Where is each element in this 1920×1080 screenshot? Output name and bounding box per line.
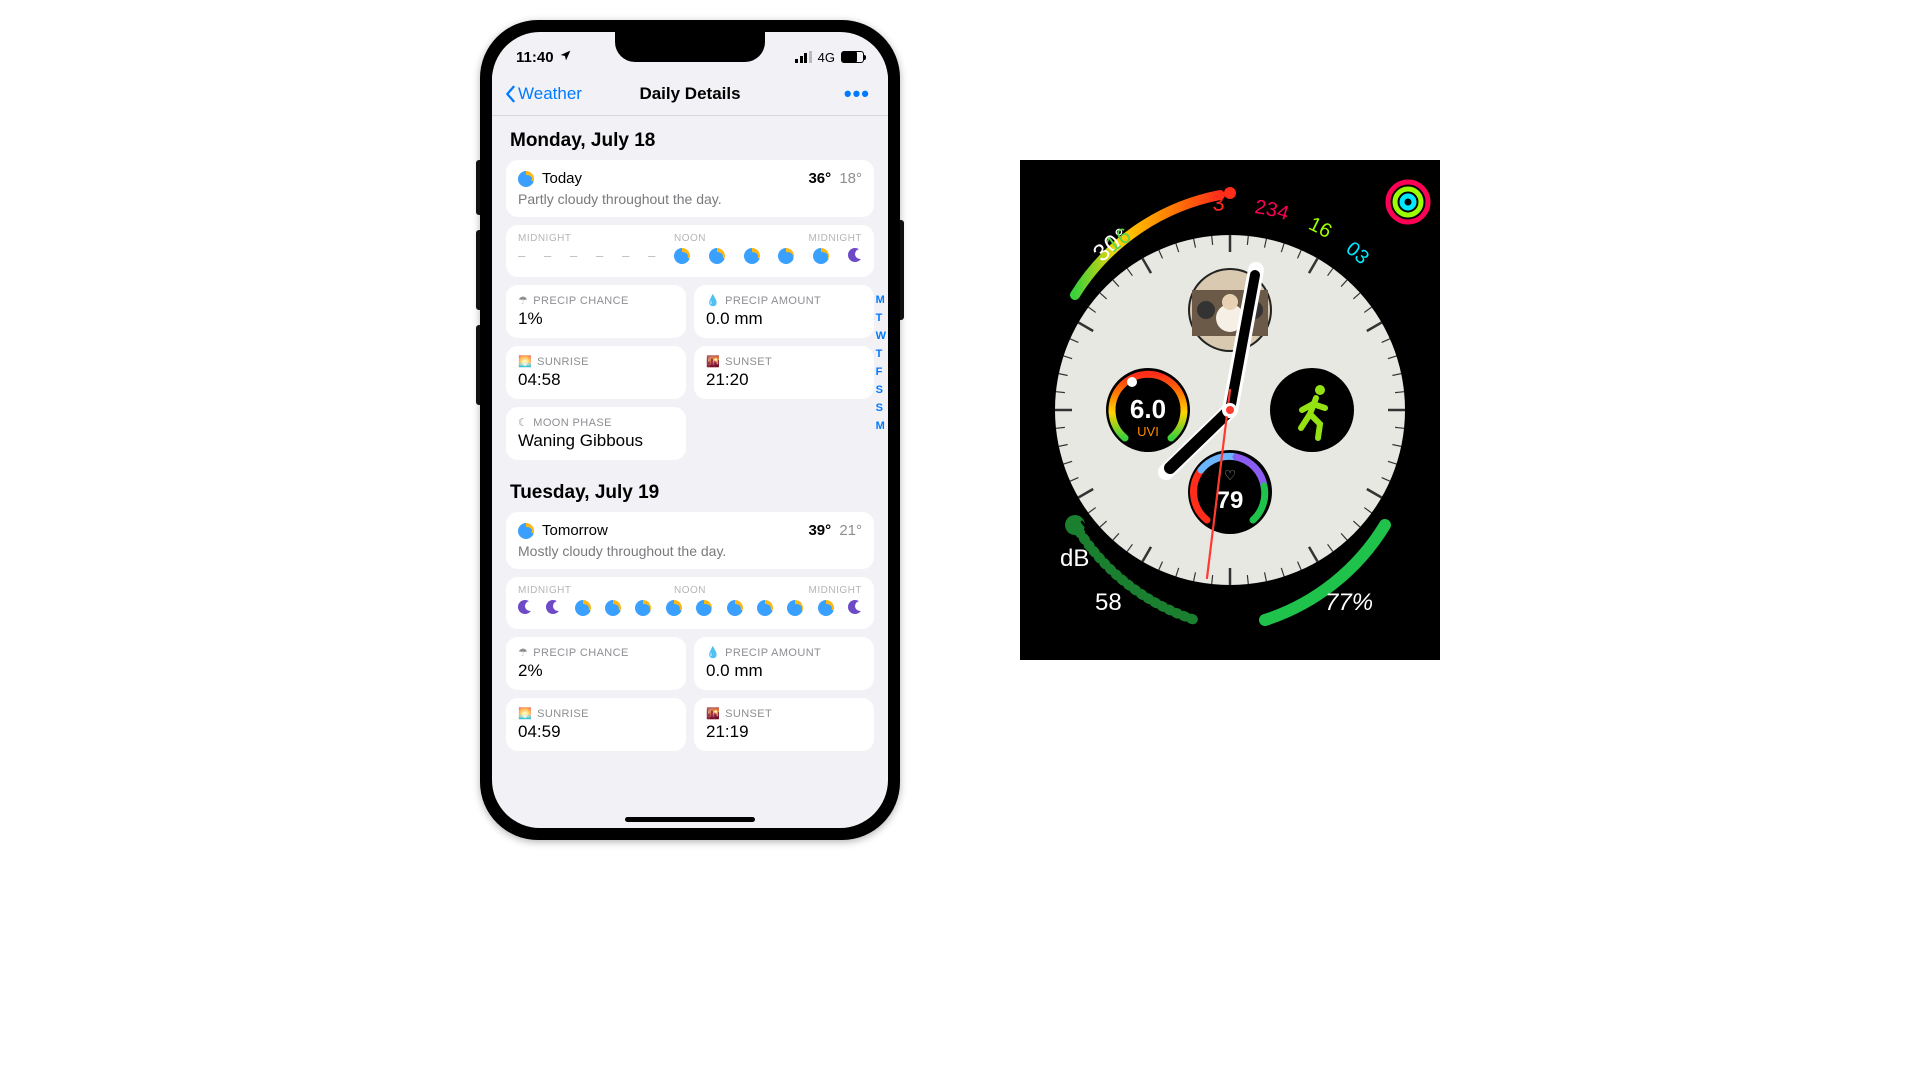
sunset-value: 21:20 <box>706 370 862 390</box>
tl-label: MIDNIGHT <box>518 233 571 244</box>
tl-label: MIDNIGHT <box>809 233 862 244</box>
temp-end: 37 <box>1020 160 1225 216</box>
precip-amount-card[interactable]: 💧PRECIP AMOUNT 0.0 mm <box>694 637 874 690</box>
precip-amount-card[interactable]: 💧PRECIP AMOUNT 0.0 mm <box>694 285 874 338</box>
drop-icon: 💧 <box>706 646 720 659</box>
uvi-label: UVI <box>1137 424 1159 439</box>
back-label: Weather <box>518 84 582 104</box>
umbrella-icon: ☂ <box>518 294 528 307</box>
nav-bar: Weather Daily Details ••• <box>492 72 888 116</box>
back-button[interactable]: Weather <box>504 84 582 104</box>
page-title: Daily Details <box>639 84 740 104</box>
summary-card[interactable]: Tomorrow 39° 21° Mostly cloudy throughou… <box>506 512 874 569</box>
tl-label: MIDNIGHT <box>518 585 571 596</box>
moon-phase-value: Waning Gibbous <box>518 431 674 451</box>
rail-day[interactable]: T <box>876 312 886 324</box>
precip-amount-value: 0.0 mm <box>706 309 862 329</box>
timeline-card[interactable]: MIDNIGHT NOON MIDNIGHT –––––– <box>506 225 874 277</box>
day-rail[interactable]: M T W T F S S M <box>876 294 886 432</box>
sunrise-icon: 🌅 <box>518 707 532 720</box>
partly-cloudy-icon <box>518 171 534 187</box>
sunrise-icon: 🌅 <box>518 355 532 368</box>
sunrise-value: 04:59 <box>518 722 674 742</box>
day-header: Monday, July 18 <box>506 124 874 160</box>
more-button[interactable]: ••• <box>844 81 876 107</box>
sunrise-card[interactable]: 🌅SUNRISE 04:58 <box>506 346 686 399</box>
activity-stand[interactable]: 03 <box>1342 238 1374 269</box>
activity-move[interactable]: 234 <box>1253 196 1291 225</box>
precip-chance-card[interactable]: ☂PRECIP CHANCE 1% <box>506 285 686 338</box>
sunset-icon: 🌇 <box>706 707 720 720</box>
tl-label: NOON <box>674 233 706 244</box>
notch <box>615 32 765 62</box>
timeline-row-1 <box>518 600 862 619</box>
temp-high: 39° <box>808 522 831 539</box>
precip-chance-card[interactable]: ☂PRECIP CHANCE 2% <box>506 637 686 690</box>
workout-complication[interactable] <box>1270 368 1354 452</box>
moon-phase-card[interactable]: ☾MOON PHASE Waning Gibbous <box>506 407 686 460</box>
activity-rings-icon[interactable] <box>1388 182 1428 222</box>
rail-day[interactable]: W <box>876 330 886 342</box>
temp-low: 18° <box>839 170 862 187</box>
sunrise-card[interactable]: 🌅SUNRISE 04:59 <box>506 698 686 751</box>
svg-text:03: 03 <box>1342 238 1374 269</box>
rail-day[interactable]: S <box>876 402 886 414</box>
content-scroll[interactable]: M T W T F S S M Monday, July 18 Today <box>492 116 888 828</box>
summary-desc: Mostly cloudy throughout the day. <box>518 543 862 559</box>
rail-day[interactable]: M <box>876 420 886 432</box>
signal-icon <box>795 51 812 63</box>
svg-text:16: 16 <box>1305 213 1335 243</box>
umbrella-icon: ☂ <box>518 646 528 659</box>
noise-value[interactable]: 58 <box>1095 589 1122 616</box>
noise-unit: dB <box>1060 545 1089 572</box>
heartrate-complication[interactable]: ♡ 79 <box>1188 450 1272 534</box>
rail-day[interactable]: M <box>876 294 886 306</box>
location-arrow-icon <box>559 49 572 66</box>
summary-desc: Partly cloudy throughout the day. <box>518 191 862 207</box>
precip-chance-value: 1% <box>518 309 674 329</box>
watch-face[interactable]: 30° 16 37 234 16 03 dB 58 77% 6.0 UVI <box>1020 160 1440 660</box>
svg-text:37: 37 <box>1020 160 1225 216</box>
timeline-card[interactable]: MIDNIGHT NOON MIDNIGHT <box>506 577 874 629</box>
battery-value[interactable]: 77% <box>1325 589 1373 616</box>
rail-day[interactable]: T <box>876 348 886 360</box>
precip-chance-value: 2% <box>518 661 674 681</box>
iphone-frame: 11:40 4G Weather Daily Details ••• M <box>480 20 900 840</box>
day-header: Tuesday, July 19 <box>506 468 874 512</box>
precip-amount-value: 0.0 mm <box>706 661 862 681</box>
heartrate-value: 79 <box>1217 487 1244 514</box>
phone-screen: 11:40 4G Weather Daily Details ••• M <box>492 32 888 828</box>
battery-icon <box>841 51 864 63</box>
status-time: 11:40 <box>516 49 554 66</box>
activity-exercise[interactable]: 16 <box>1305 213 1335 243</box>
rail-day[interactable]: F <box>876 366 886 378</box>
heart-icon: ♡ <box>1224 467 1237 483</box>
drop-icon: 💧 <box>706 294 720 307</box>
sunset-icon: 🌇 <box>706 355 720 368</box>
moon-icon: ☾ <box>518 416 528 429</box>
summary-card[interactable]: Today 36° 18° Partly cloudy throughout t… <box>506 160 874 217</box>
tl-label: NOON <box>674 585 706 596</box>
rail-day[interactable]: S <box>876 384 886 396</box>
day-name: Tomorrow <box>542 522 608 539</box>
tl-label: MIDNIGHT <box>809 585 862 596</box>
timeline-row-0: –––––– <box>518 248 862 267</box>
day-name: Today <box>542 170 582 187</box>
svg-text:234: 234 <box>1253 196 1291 225</box>
sunset-card[interactable]: 🌇SUNSET 21:19 <box>694 698 874 751</box>
network-label: 4G <box>818 50 835 65</box>
uvi-complication[interactable]: 6.0 UVI <box>1106 368 1190 452</box>
sunset-value: 21:19 <box>706 722 862 742</box>
temp-high: 36° <box>808 170 831 187</box>
temp-low: 21° <box>839 522 862 539</box>
partly-cloudy-icon <box>518 523 534 539</box>
sunset-card[interactable]: 🌇SUNSET 21:20 <box>694 346 874 399</box>
uvi-value: 6.0 <box>1130 394 1166 424</box>
sunrise-value: 04:58 <box>518 370 674 390</box>
